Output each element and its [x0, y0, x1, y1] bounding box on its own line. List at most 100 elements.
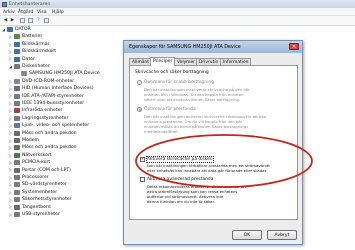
- expand-icon[interactable]: ▷: [9, 49, 13, 54]
- device-category-icon: [14, 167, 20, 173]
- device-category-icon: [14, 49, 20, 55]
- collapse-icon[interactable]: ◢: [2, 27, 6, 32]
- device-category-icon: [14, 78, 20, 84]
- device-category-icon: [14, 160, 20, 166]
- expand-icon[interactable]: ▷: [9, 138, 13, 143]
- tree-item-label: Batterier: [22, 34, 43, 40]
- expand-icon[interactable]: ▷: [9, 190, 13, 195]
- tree-item-label: Möss och andra pekdon: [22, 130, 77, 136]
- performance-radio[interactable]: [137, 107, 142, 112]
- expand-icon[interactable]: ▷: [9, 94, 13, 98]
- expand-icon[interactable]: ▷: [9, 205, 13, 209]
- policies-panel: Skrivcache och säker borttagning Optimer…: [129, 65, 298, 220]
- tree-root-label: DATOR: [15, 27, 31, 32]
- menu-atgard[interactable]: Åtgärd: [18, 10, 33, 15]
- tree-item-label: Säkerhetsstyrenheter: [22, 197, 72, 203]
- close-button[interactable]: ✕: [289, 43, 299, 50]
- device-category-icon: [14, 56, 20, 62]
- menu-visa[interactable]: Visa: [37, 10, 47, 15]
- tab-strip: Allmänt Principer Volymer Drivrutin Info…: [129, 57, 299, 66]
- help-icon[interactable]: ?: [36, 18, 41, 23]
- tab-principer[interactable]: Principer: [150, 57, 176, 66]
- toolbar: ◀ ▶ ?: [0, 16, 355, 26]
- device-category-icon: [14, 115, 20, 121]
- device-category-icon: [21, 71, 27, 77]
- tree-item-label: DVD-/CD-ROM-enheter: [22, 78, 75, 84]
- expand-icon[interactable]: ▷: [9, 35, 13, 39]
- window-title: Enhetshanteraren: [9, 1, 51, 7]
- expand-icon[interactable]: ▷: [9, 183, 13, 187]
- tab-drivrutin[interactable]: Drivrutin: [196, 58, 222, 65]
- quick-removal-radio[interactable]: [137, 80, 142, 85]
- expand-icon[interactable]: ▷: [9, 109, 13, 113]
- expand-icon[interactable]: ▷: [9, 116, 13, 121]
- expand-icon[interactable]: ▷: [9, 212, 13, 217]
- tab-volymer[interactable]: Volymer: [174, 58, 198, 65]
- device-category-icon: [14, 138, 20, 143]
- tree-item-label: PCMCIA-kort: [22, 160, 51, 166]
- tree-item-label: Systemenheter: [22, 189, 58, 195]
- refresh-icon[interactable]: [44, 18, 49, 23]
- tab-information[interactable]: Information: [220, 58, 252, 65]
- expand-icon[interactable]: ▷: [9, 101, 13, 106]
- collapse-icon[interactable]: ◢: [9, 64, 13, 69]
- expand-icon[interactable]: ▷: [9, 131, 13, 135]
- ok-button[interactable]: OK: [232, 230, 262, 240]
- expand-icon[interactable]: ▷: [9, 79, 13, 84]
- device-category-icon: [14, 175, 20, 180]
- properties-dialog: Egenskaper för SAMSUNG HM250JI ATA Devic…: [123, 40, 303, 245]
- tree-item-label: Lagringsstyrenheter: [22, 115, 69, 121]
- tree-item-label: Dator: [22, 56, 35, 62]
- expand-icon[interactable]: ▷: [9, 146, 13, 150]
- menu-bar: Arkiv Åtgärd Visa Hjälp: [0, 8, 355, 16]
- device-category-icon: [14, 145, 20, 151]
- menu-arkiv[interactable]: Arkiv: [3, 10, 15, 15]
- expand-icon[interactable]: ▷: [9, 160, 13, 165]
- device-category-icon: [14, 93, 20, 99]
- expand-icon[interactable]: ▷: [9, 57, 13, 61]
- tab-allmant[interactable]: Allmänt: [129, 58, 152, 65]
- tree-item-label: Bildskärmskort: [22, 49, 57, 55]
- write-cache-desc: eller enhetsfel kan innebära att data gå…: [147, 168, 267, 173]
- expand-icon[interactable]: ▷: [9, 42, 13, 47]
- back-icon[interactable]: ◀: [3, 18, 8, 23]
- forward-icon[interactable]: ▶: [10, 18, 15, 23]
- device-category-icon: [14, 152, 20, 158]
- properties-icon[interactable]: [28, 18, 33, 23]
- dialog-title: Egenskaper för SAMSUNG HM250JI ATA Devic…: [129, 44, 241, 50]
- tree-item-label: SD-värdstyrenheter: [22, 182, 67, 188]
- advanced-performance-checkbox[interactable]: [140, 177, 145, 182]
- tree-item-label: Modem: [22, 138, 39, 143]
- device-category-icon: [14, 212, 20, 217]
- expand-icon[interactable]: ▷: [9, 175, 13, 180]
- expand-icon[interactable]: ▷: [9, 123, 13, 128]
- tree-item-label: Bildskärmar: [22, 41, 50, 47]
- device-category-icon: [14, 123, 20, 129]
- tree-item-label: IEEE 1394-bussstyrenheter: [22, 101, 85, 106]
- tree-item-label: Portar (COM och LPT): [22, 167, 71, 173]
- computer-icon: [7, 27, 13, 32]
- device-category-icon: [14, 130, 20, 136]
- tree-icon[interactable]: [20, 18, 25, 23]
- advanced-performance-label[interactable]: Aktivera avancerad prestanda: [147, 177, 213, 182]
- menu-hjalp[interactable]: Hjälp: [52, 10, 64, 15]
- expand-icon[interactable]: ▷: [9, 197, 13, 202]
- device-category-icon: [14, 41, 20, 47]
- write-cache-checkbox[interactable]: ✔: [140, 157, 145, 162]
- tree-item-label: Ljud-, video- och spelenheter: [22, 123, 90, 129]
- dialog-title-bar: Egenskaper för SAMSUNG HM250JI ATA Devic…: [124, 41, 302, 53]
- performance-desc: meddelandefältet.: [144, 129, 179, 134]
- expand-icon[interactable]: ▷: [9, 168, 13, 172]
- device-manager-icon: [2, 1, 7, 7]
- cancel-button[interactable]: Avbryt: [267, 230, 297, 240]
- expand-icon[interactable]: ▷: [9, 153, 13, 158]
- quick-removal-desc: säkert utan att använda ikonen Säker bor…: [144, 97, 241, 102]
- tree-item-label: HID (Human Interface Devices): [22, 86, 94, 92]
- advanced-performance-desc: denna funktion om du inte är säker.: [147, 199, 215, 204]
- device-category-icon: [14, 189, 20, 195]
- tree-item-label: SAMSUNG HM250JI ATA Device: [29, 71, 100, 77]
- tree-item-label: Diskenheter: [22, 64, 50, 69]
- title-bar: Enhetshanteraren: [0, 0, 355, 8]
- expand-icon[interactable]: ▷: [9, 86, 13, 91]
- write-cache-label[interactable]: Aktivera skrivcache på disken: [146, 156, 214, 163]
